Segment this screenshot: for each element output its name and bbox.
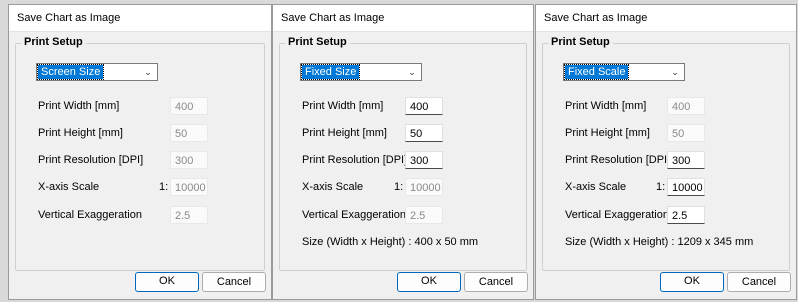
x-axis-scale-field[interactable]: 10000: [170, 178, 208, 196]
group-label: Print Setup: [21, 36, 86, 48]
dialog-fixed-size: Save Chart as Image Print Setup Fixed Si…: [272, 4, 534, 300]
vertical-exaggeration-label: Vertical Exaggeration: [302, 209, 406, 221]
print-width-label: Print Width [mm]: [565, 100, 647, 112]
ok-button[interactable]: OK: [397, 272, 461, 292]
print-resolution-label: Print Resolution [DPI]: [302, 154, 408, 166]
print-width-field[interactable]: 400: [405, 97, 443, 115]
print-resolution-field[interactable]: 300: [170, 151, 208, 169]
chevron-down-icon: ⌄: [408, 67, 416, 77]
dialog-title: Save Chart as Image: [273, 5, 533, 32]
x-axis-scale-field[interactable]: 10000: [667, 178, 705, 196]
cancel-button[interactable]: Cancel: [464, 272, 528, 292]
mode-select[interactable]: Fixed Size ⌄: [300, 63, 422, 81]
mode-select[interactable]: Fixed Scale ⌄: [563, 63, 685, 81]
x-axis-scale-prefix: 1:: [394, 181, 404, 193]
dialog-screen-size: Save Chart as Image Print Setup Screen S…: [8, 4, 272, 300]
mode-select[interactable]: Screen Size ⌄: [36, 63, 158, 81]
mode-select-value: Fixed Size: [300, 64, 361, 80]
x-axis-scale-label: X-axis Scale: [565, 181, 627, 193]
vertical-exaggeration-field[interactable]: 2.5: [170, 206, 208, 224]
print-setup-group: Print Setup Fixed Size ⌄ Print Width [mm…: [279, 36, 527, 271]
x-axis-scale-prefix: 1:: [656, 181, 666, 193]
print-height-field[interactable]: 50: [170, 124, 208, 142]
dialog-fixed-scale: Save Chart as Image Print Setup Fixed Sc…: [535, 4, 797, 300]
print-resolution-label: Print Resolution [DPI]: [38, 154, 144, 166]
cancel-button[interactable]: Cancel: [202, 272, 266, 292]
print-width-label: Print Width [mm]: [38, 100, 120, 112]
print-width-label: Print Width [mm]: [302, 100, 384, 112]
group-label: Print Setup: [285, 36, 350, 48]
group-label: Print Setup: [548, 36, 613, 48]
dialog-title: Save Chart as Image: [9, 5, 271, 32]
x-axis-scale-label: X-axis Scale: [38, 181, 100, 193]
vertical-exaggeration-label: Vertical Exaggeration: [565, 209, 669, 221]
size-summary: Size (Width x Height) : 1209 x 345 mm: [565, 236, 754, 248]
print-resolution-field[interactable]: 300: [405, 151, 443, 169]
cancel-button[interactable]: Cancel: [727, 272, 791, 292]
mode-select-value: Fixed Scale: [563, 64, 630, 80]
chevron-down-icon: ⌄: [144, 67, 152, 77]
vertical-exaggeration-field[interactable]: 2.5: [667, 206, 705, 224]
print-resolution-field[interactable]: 300: [667, 151, 705, 169]
print-height-label: Print Height [mm]: [302, 127, 387, 139]
ok-button[interactable]: OK: [135, 272, 199, 292]
print-height-field[interactable]: 50: [667, 124, 705, 142]
chevron-down-icon: ⌄: [671, 67, 679, 77]
vertical-exaggeration-field[interactable]: 2.5: [405, 206, 443, 224]
print-height-label: Print Height [mm]: [38, 127, 123, 139]
x-axis-scale-field[interactable]: 10000: [405, 178, 443, 196]
size-summary: Size (Width x Height) : 400 x 50 mm: [302, 236, 479, 248]
vertical-exaggeration-label: Vertical Exaggeration: [38, 209, 142, 221]
print-height-field[interactable]: 50: [405, 124, 443, 142]
ok-button[interactable]: OK: [660, 272, 724, 292]
print-height-label: Print Height [mm]: [565, 127, 650, 139]
x-axis-scale-prefix: 1:: [159, 181, 169, 193]
print-resolution-label: Print Resolution [DPI]: [565, 154, 671, 166]
mode-select-value: Screen Size: [36, 64, 105, 80]
print-width-field[interactable]: 400: [667, 97, 705, 115]
x-axis-scale-label: X-axis Scale: [302, 181, 364, 193]
print-setup-group: Print Setup Fixed Scale ⌄ Print Width [m…: [542, 36, 790, 271]
print-setup-group: Print Setup Screen Size ⌄ Print Width [m…: [15, 36, 265, 271]
dialog-title: Save Chart as Image: [536, 5, 796, 32]
print-width-field[interactable]: 400: [170, 97, 208, 115]
